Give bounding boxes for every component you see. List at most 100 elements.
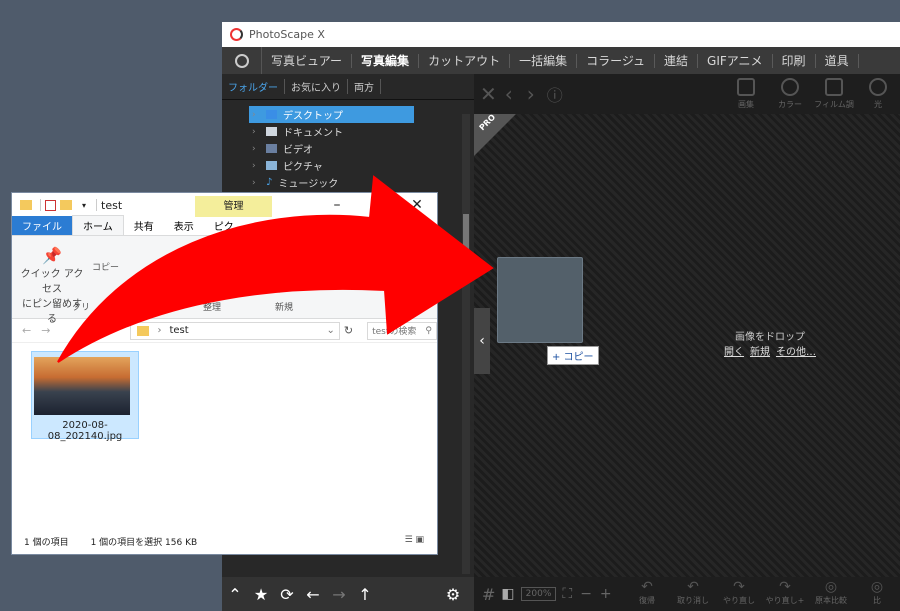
chevron-down-icon[interactable]: ⌄ xyxy=(327,325,335,336)
explorer-window: ▾ test 管理 – ☐ ✕ ファイル ホーム 共有 表示 ピク ? 📌 クイ… xyxy=(11,192,438,555)
path-box[interactable]: › test ⌄ xyxy=(130,321,340,340)
pin-icon: 📌 xyxy=(42,246,62,265)
scrollbar-thumb[interactable] xyxy=(463,214,469,274)
photoscape-titlebar: PhotoScape X xyxy=(222,22,900,47)
fit-icon[interactable]: ⛶ xyxy=(562,586,572,602)
help-icon[interactable]: ? xyxy=(417,219,431,233)
photoscape-logo-icon xyxy=(230,28,243,41)
folder-tree: › デスクトップ › ドキュメント › ビデオ › ピクチャ › ♪ ミュージック xyxy=(222,106,462,191)
tab-folder[interactable]: フォルダー xyxy=(222,79,285,94)
chevron-down-icon[interactable]: ▾ xyxy=(82,201,86,210)
editor-canvas[interactable]: PRO + コピー 画像をドロップ 開く 新規 その他… xyxy=(474,113,900,577)
collapse-sidebar-button[interactable]: ‹ xyxy=(474,308,490,374)
ribbon-tabs: ファイル ホーム 共有 表示 ピク ? xyxy=(12,215,437,236)
close-icon[interactable]: ✕ xyxy=(480,82,497,106)
tab-view[interactable]: 表示 xyxy=(164,216,204,235)
compare-original-button[interactable]: ◎ 原本比較 xyxy=(808,579,854,606)
menu-tools[interactable]: 道具 xyxy=(816,53,859,68)
tab-favorites[interactable]: お気に入り xyxy=(285,79,348,94)
redo-plus-button[interactable]: ↷ やり直し+ xyxy=(762,579,808,606)
info-icon[interactable]: ⓘ xyxy=(547,82,563,106)
revert-button[interactable]: ↶ 復帰 xyxy=(624,579,670,606)
new-link[interactable]: 新規 xyxy=(750,347,770,358)
tree-item-pictures[interactable]: › ピクチャ xyxy=(222,157,462,174)
menu-gif[interactable]: GIFアニメ xyxy=(698,53,773,68)
tool-light[interactable]: 光 xyxy=(856,78,900,110)
sidebar-scrollbar[interactable] xyxy=(462,114,470,574)
tab-file[interactable]: ファイル xyxy=(12,216,72,235)
prev-icon[interactable]: ‹ xyxy=(505,82,513,106)
minimize-icon[interactable]: – xyxy=(317,193,357,217)
tool-color[interactable]: カラー xyxy=(768,78,812,110)
grid-icon[interactable]: # xyxy=(482,585,495,604)
zoom-out-icon[interactable]: − xyxy=(580,586,592,602)
tab-home[interactable]: ホーム xyxy=(72,215,124,235)
tree-item-music[interactable]: › ♪ ミュージック xyxy=(222,174,462,191)
chevron-left-icon: ‹ xyxy=(479,333,485,349)
search-box[interactable]: testの検索 ⚲ xyxy=(367,321,437,340)
close-icon[interactable]: ✕ xyxy=(397,193,437,217)
refresh-icon[interactable]: ⟳ xyxy=(274,585,300,604)
tree-item-videos[interactable]: › ビデオ xyxy=(222,140,462,157)
view-toggle-icons[interactable]: ☰ ▣ xyxy=(405,535,424,548)
pin-quick-access-button[interactable]: 📌 クイック アクセス にピン留めする xyxy=(20,246,84,325)
zoom-in-icon[interactable]: + xyxy=(600,586,612,602)
action-label: 比 xyxy=(873,596,881,605)
tree-item-documents[interactable]: › ドキュメント xyxy=(222,123,462,140)
tree-item-label: ミュージック xyxy=(278,179,339,190)
photoscape-title: PhotoScape X xyxy=(249,28,325,41)
forward-icon[interactable]: → xyxy=(41,324,50,337)
settings-gear-icon[interactable]: ⚙ xyxy=(440,585,466,604)
tab-picture-tools[interactable]: ピク xyxy=(204,216,244,235)
photoscape-menu: 写真ビュアー 写真編集 カットアウト 一括編集 コラージュ 連結 GIFアニメ … xyxy=(222,47,900,74)
back-icon[interactable]: ← xyxy=(22,324,31,337)
refresh-icon[interactable]: ↻ xyxy=(344,324,353,337)
ratio-button[interactable]: ◎ 比 xyxy=(854,579,900,606)
new-folder-button[interactable]: フォルダー xyxy=(250,282,295,295)
up-icon[interactable]: ↑ xyxy=(352,585,378,604)
star-icon[interactable]: ★ xyxy=(248,585,274,604)
tab-share[interactable]: 共有 xyxy=(124,216,164,235)
redo-button[interactable]: ↷ やり直し xyxy=(716,579,762,606)
ribbon: 📌 クイック アクセス にピン留めする コピー クリ フォルダー 整理 新規 xyxy=(12,236,437,325)
menu-combine[interactable]: 連結 xyxy=(655,53,699,68)
menu-cutout[interactable]: カットアウト xyxy=(419,53,511,68)
zoom-level[interactable]: 200% xyxy=(520,587,557,601)
tool-frame[interactable]: 画集 xyxy=(724,78,768,110)
properties-icon[interactable] xyxy=(45,199,56,211)
action-label: やり直し xyxy=(723,596,755,605)
edit-toolbar: ✕ ‹ › ⓘ 画集 カラー フィルム調 光 xyxy=(474,74,900,114)
menu-print[interactable]: 印刷 xyxy=(773,53,816,68)
collapse-up-icon[interactable]: ⌃ xyxy=(222,585,248,604)
open-link[interactable]: 開く xyxy=(724,347,744,358)
divider xyxy=(96,199,98,211)
dragged-image-preview xyxy=(497,257,583,343)
tree-item-desktop[interactable]: › デスクトップ xyxy=(249,106,414,123)
menu-photo-edit[interactable]: 写真編集 xyxy=(352,53,420,68)
sidebar-bottom-bar: ⌃ ★ ⟳ ← → ↑ ⚙ xyxy=(222,577,474,611)
file-item[interactable]: 2020-08-08_202140.jpg xyxy=(31,351,139,442)
tab-both[interactable]: 両方 xyxy=(348,79,381,94)
manage-tab[interactable]: 管理 xyxy=(195,196,272,217)
tool-film[interactable]: フィルム調 xyxy=(812,78,856,110)
tool-label: フィルム調 xyxy=(814,100,854,109)
menu-batch[interactable]: 一括編集 xyxy=(510,53,578,68)
copy-button[interactable]: コピー xyxy=(92,260,119,273)
undo-button[interactable]: ↶ 取り消し xyxy=(670,579,716,606)
back-icon[interactable]: ← xyxy=(300,585,326,604)
maximize-icon[interactable]: ☐ xyxy=(357,193,397,217)
menu-collage[interactable]: コラージュ xyxy=(577,53,656,68)
organize-group-label: 整理 xyxy=(203,303,222,313)
compare-icon[interactable]: ◧ xyxy=(501,586,514,602)
picture-icon xyxy=(266,161,277,170)
chevron-right-icon: › xyxy=(252,109,256,120)
menu-photo-viewer[interactable]: 写真ビュアー xyxy=(262,53,353,68)
forward-icon[interactable]: → xyxy=(326,585,352,604)
home-button[interactable] xyxy=(222,47,262,74)
status-bar: 1 個の項目 1 個の項目を選択 156 KB ☰ ▣ xyxy=(24,535,424,548)
status-count: 1 個の項目 xyxy=(24,538,69,548)
more-link[interactable]: その他… xyxy=(776,347,816,358)
new-folder-icon[interactable] xyxy=(60,200,72,210)
next-icon[interactable]: › xyxy=(527,82,535,106)
action-label: 取り消し xyxy=(677,596,709,605)
